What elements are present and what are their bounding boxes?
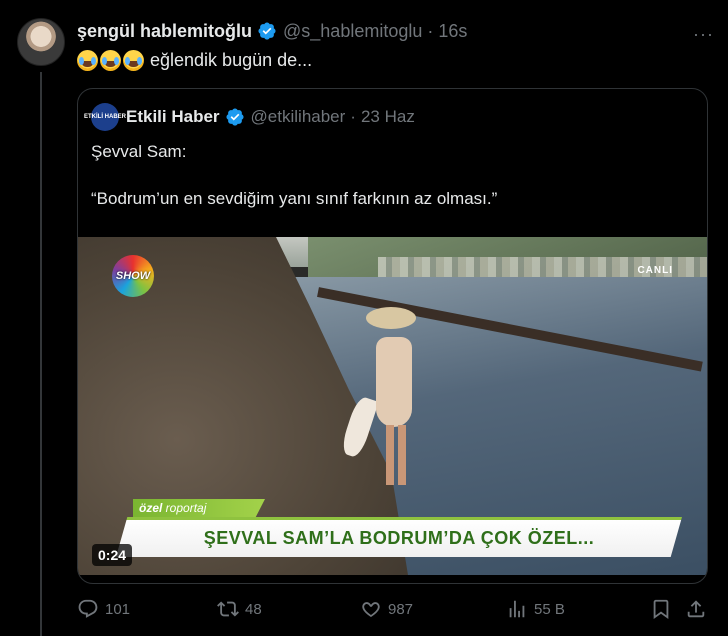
author-avatar[interactable] [17, 18, 65, 66]
tweet-time[interactable]: 16s [438, 20, 467, 42]
quoted-tweet[interactable]: ETKİLİ HABER Etkili Haber @etkilihaber ·… [77, 88, 708, 584]
quote-text-line2: “Bodrum’un en sevdiğim yanı sınıf farkın… [91, 189, 498, 208]
video-person [339, 307, 438, 487]
live-label: CANLI [637, 265, 673, 276]
person-leg [386, 425, 394, 485]
views-button[interactable]: 55 B [506, 598, 565, 620]
separator: · [427, 21, 434, 41]
quote-author-handle[interactable]: @etkilihaber [251, 107, 346, 127]
share-icon [687, 600, 705, 618]
heart-icon [362, 602, 380, 618]
video-tag: özel roportaj [133, 499, 265, 517]
thread-line [40, 72, 42, 636]
emoji-group [77, 49, 146, 71]
face-with-tears-of-joy-icon [123, 49, 144, 71]
quote-text-line1: Şevval Sam: [91, 142, 187, 161]
repost-icon [217, 601, 239, 617]
like-count: 987 [388, 600, 414, 618]
quote-time[interactable]: 23 Haz [361, 107, 415, 127]
tweet-body: eğlendik bugün de... [150, 50, 313, 70]
video-tag-bold: özel [139, 501, 163, 515]
person-dress [376, 337, 412, 427]
views-chart-icon [509, 600, 525, 618]
more-options-icon[interactable]: ··· [693, 24, 714, 45]
face-with-tears-of-joy-icon [77, 49, 98, 71]
repost-button[interactable]: 48 [217, 598, 262, 620]
verified-badge-icon [257, 21, 277, 41]
channel-logo: SHOW [112, 255, 154, 297]
author-name[interactable]: şengül hablemitoğlu [77, 20, 252, 42]
tweet-text: eğlendik bugün de... [77, 48, 312, 72]
quote-author-name[interactable]: Etkili Haber [126, 107, 220, 127]
quote-avatar[interactable]: ETKİLİ HABER [84, 103, 126, 131]
face-with-tears-of-joy-icon [100, 49, 121, 71]
video-tag-rest: roportaj [162, 501, 207, 515]
share-button[interactable] [685, 598, 713, 620]
views-count: 55 B [534, 600, 565, 618]
person-leg [398, 425, 406, 485]
quote-header: ETKİLİ HABER Etkili Haber @etkilihaber ·… [84, 103, 415, 131]
video-banner: ŞEVVAL SAM’LA BODRUM’DA ÇOK ÖZEL... [116, 517, 682, 557]
separator: · [350, 107, 356, 126]
tweet-actions: 101 48 987 55 B [77, 598, 708, 626]
person-hat [366, 307, 416, 329]
bookmark-button[interactable] [650, 598, 678, 620]
reply-button[interactable]: 101 [77, 598, 130, 620]
reply-icon [78, 599, 98, 618]
bookmark-icon [653, 599, 669, 620]
tweet-header: şengül hablemitoğlu @s_hablemitoglu · 16… [77, 20, 467, 42]
video-player[interactable]: SHOW CANLI özel roportaj ŞEVVAL SAM’LA B… [78, 237, 707, 575]
like-button[interactable]: 987 [360, 598, 413, 620]
repost-count: 48 [245, 600, 262, 618]
verified-badge-icon [225, 107, 245, 127]
author-handle[interactable]: @s_hablemitoglu [283, 20, 422, 42]
reply-count: 101 [105, 600, 131, 618]
video-duration: 0:24 [92, 544, 133, 566]
